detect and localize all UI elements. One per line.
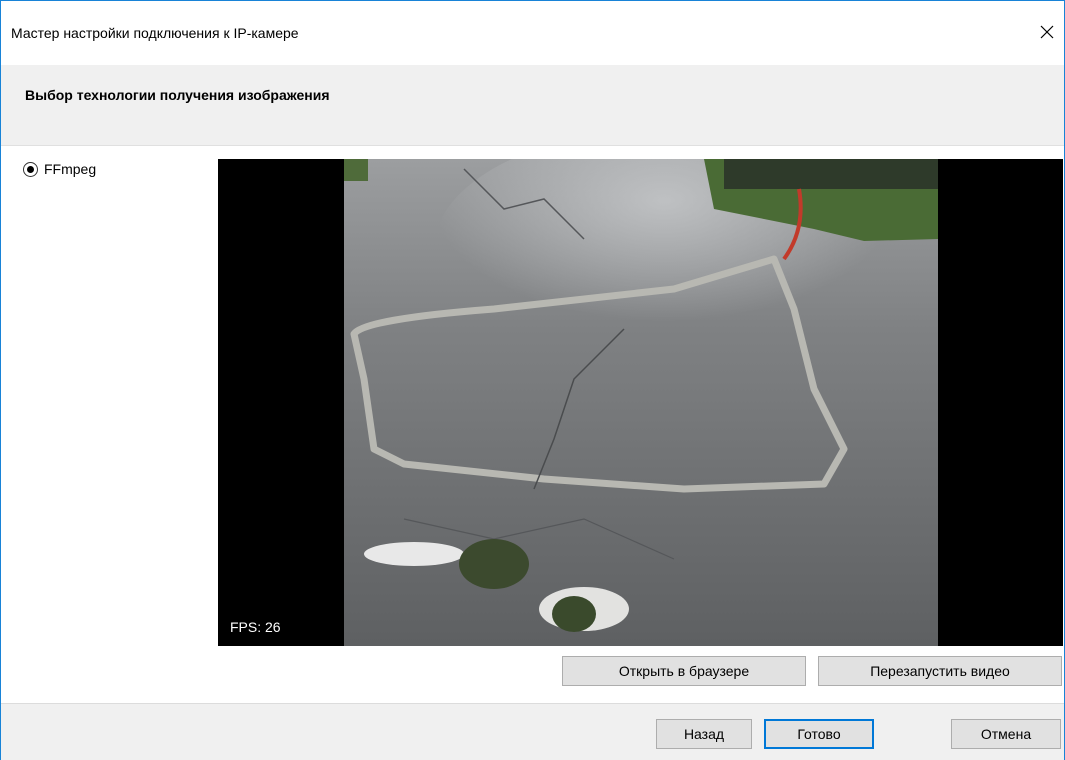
page-header: Выбор технологии получения изображения [1,65,1064,146]
radio-ffmpeg[interactable]: FFmpeg [23,161,96,177]
video-preview: FPS: 26 [218,159,1063,646]
back-button[interactable]: Назад [656,719,752,749]
window-title: Мастер настройки подключения к IP-камере [11,25,299,41]
close-button[interactable] [1032,17,1062,47]
radio-ffmpeg-label: FFmpeg [44,161,97,177]
content-area: FFmpeg FPS: 26 Открыть в браузере Переза… [1,146,1064,703]
wizard-window: Мастер настройки подключения к IP-камере… [0,0,1065,760]
open-in-browser-button[interactable]: Открыть в браузере [562,656,806,686]
restart-video-button[interactable]: Перезапустить видео [818,656,1062,686]
radio-selected-icon [23,161,38,177]
close-icon [1040,25,1054,39]
fps-counter: FPS: 26 [230,619,281,635]
title-bar: Мастер настройки подключения к IP-камере [1,1,1064,65]
footer-bar: Назад Готово Отмена [1,703,1064,760]
page-title: Выбор технологии получения изображения [25,87,330,103]
cancel-button[interactable]: Отмена [951,719,1061,749]
camera-frame-image [344,159,938,646]
done-button[interactable]: Готово [764,719,874,749]
